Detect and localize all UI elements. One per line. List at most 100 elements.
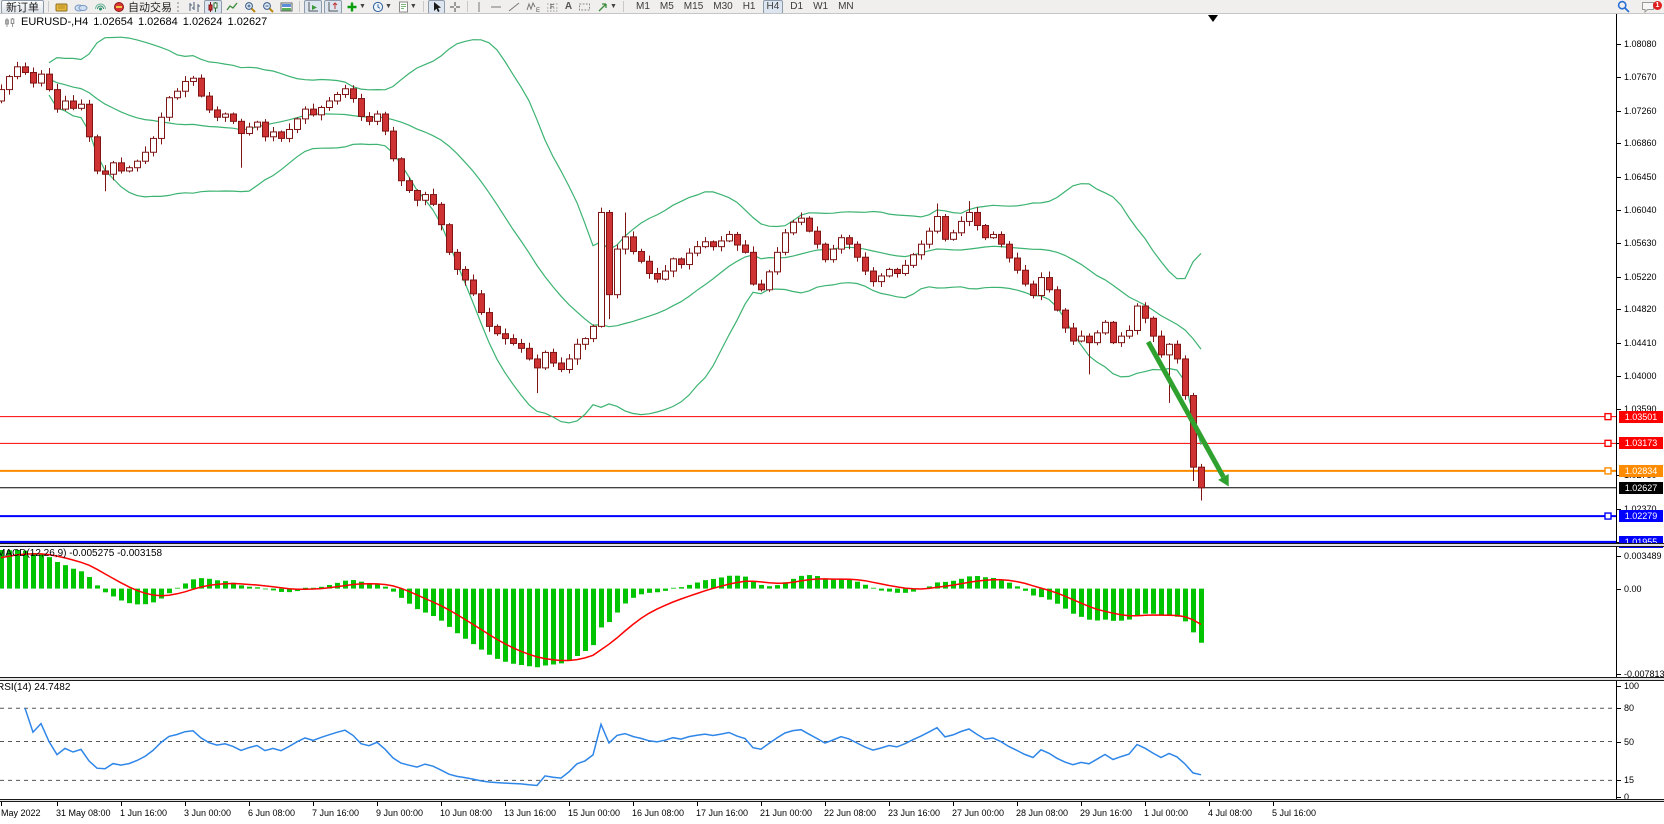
label-tool-icon bbox=[578, 1, 591, 13]
zoom-out-button[interactable] bbox=[260, 1, 276, 13]
time-tick-label: 10 Jun 08:00 bbox=[440, 808, 492, 818]
price-tick-label: 1.04820 bbox=[1624, 304, 1657, 314]
tf-h4[interactable]: H4 bbox=[763, 0, 784, 14]
tf-m5[interactable]: M5 bbox=[657, 1, 677, 13]
periods-clock-icon bbox=[372, 1, 384, 13]
tf-w1[interactable]: W1 bbox=[810, 1, 831, 13]
time-tick-label: 22 Jun 08:00 bbox=[824, 808, 876, 818]
rsi-tick-label: 50 bbox=[1624, 737, 1634, 747]
line-chart-icon bbox=[226, 1, 238, 13]
fibonacci-button[interactable]: F bbox=[544, 1, 561, 13]
tf-d1[interactable]: D1 bbox=[787, 1, 806, 13]
indicators-button[interactable]: ▼ bbox=[344, 1, 368, 13]
toolbar-separator bbox=[623, 1, 624, 12]
pane-separator[interactable] bbox=[0, 677, 1664, 681]
top-toolbar: 新订单 自动交易 ▼ ▼ bbox=[0, 0, 1664, 14]
trendline-button[interactable] bbox=[506, 1, 522, 13]
time-tick bbox=[505, 802, 506, 806]
time-tick-label: 29 Jun 16:00 bbox=[1080, 808, 1132, 818]
tf-mn[interactable]: MN bbox=[835, 1, 857, 13]
label-tool-button[interactable] bbox=[576, 1, 593, 13]
chevron-down-icon: ▼ bbox=[610, 3, 617, 10]
ohlc-high: 1.02684 bbox=[138, 16, 178, 28]
time-tick bbox=[697, 802, 698, 806]
bar-chart-button[interactable] bbox=[186, 1, 202, 13]
fibonacci-icon: F bbox=[546, 1, 559, 13]
time-tick bbox=[889, 802, 890, 806]
candlestick-chart-icon bbox=[207, 1, 219, 13]
line-chart-button[interactable] bbox=[224, 1, 240, 13]
signal-button[interactable] bbox=[92, 1, 109, 13]
tile-windows-button[interactable] bbox=[278, 1, 295, 13]
shapes-button[interactable]: ▼ bbox=[595, 1, 619, 13]
time-axis[interactable]: May 202231 May 08:001 Jun 16:003 Jun 00:… bbox=[0, 802, 1664, 824]
rsi-tick bbox=[1617, 686, 1621, 687]
price-tick-label: 1.07260 bbox=[1624, 106, 1657, 116]
time-tick-label: 1 Jun 16:00 bbox=[120, 808, 167, 818]
time-tick-label: 17 Jun 16:00 bbox=[696, 808, 748, 818]
time-tick bbox=[377, 802, 378, 806]
ohlc-low: 1.02624 bbox=[183, 16, 223, 28]
horizontal-line-button[interactable] bbox=[488, 1, 504, 13]
vertical-line-button[interactable] bbox=[472, 1, 486, 13]
time-tick bbox=[633, 802, 634, 806]
cursor-button[interactable] bbox=[428, 0, 445, 14]
chart-shift-button[interactable] bbox=[324, 0, 342, 14]
time-tick bbox=[953, 802, 954, 806]
toolbar-separator bbox=[423, 1, 424, 12]
tf-h1[interactable]: H1 bbox=[740, 1, 759, 13]
price-tick-label: 1.04000 bbox=[1624, 371, 1657, 381]
price-axis[interactable]: 1.080801.076701.072601.068601.064501.060… bbox=[1616, 14, 1664, 802]
zoom-in-button[interactable] bbox=[242, 1, 258, 13]
price-tick bbox=[1617, 343, 1621, 344]
chat-button[interactable]: 1 bbox=[1639, 1, 1657, 13]
macd-tick bbox=[1617, 556, 1621, 557]
periods-button[interactable]: ▼ bbox=[370, 1, 394, 13]
zoom-out-icon bbox=[262, 1, 274, 13]
rsi-tick-label: 80 bbox=[1624, 703, 1634, 713]
crosshair-button[interactable] bbox=[447, 1, 463, 13]
rsi-label: RSI(14) 24.7482 bbox=[0, 682, 70, 693]
rsi-indicator-pane[interactable] bbox=[0, 681, 1616, 800]
tf-m15[interactable]: M15 bbox=[681, 1, 706, 13]
cloud-button[interactable] bbox=[72, 1, 90, 13]
search-button[interactable] bbox=[1615, 1, 1632, 13]
elliott-wave-button[interactable]: E bbox=[524, 1, 542, 13]
text-tool-button[interactable]: A bbox=[563, 1, 574, 13]
toolbar-separator bbox=[467, 1, 468, 12]
tf-m1[interactable]: M1 bbox=[633, 1, 653, 13]
templates-button[interactable]: ▼ bbox=[396, 1, 419, 13]
indicators-add-icon bbox=[346, 1, 358, 13]
time-tick bbox=[569, 802, 570, 806]
time-tick bbox=[1209, 802, 1210, 806]
pane-separator[interactable] bbox=[0, 799, 1664, 802]
macd-tick-label: 0.00 bbox=[1624, 584, 1642, 594]
svg-text:F: F bbox=[550, 4, 554, 11]
auto-scroll-button[interactable] bbox=[304, 0, 322, 14]
toolbar-separator bbox=[48, 1, 49, 12]
book-button[interactable] bbox=[53, 1, 70, 13]
candlestick-chart-button[interactable] bbox=[204, 0, 222, 14]
price-tick bbox=[1617, 77, 1621, 78]
time-tick-label: 5 Jul 16:00 bbox=[1272, 808, 1316, 818]
chart-shift-marker[interactable] bbox=[1208, 15, 1218, 22]
chart-header: EURUSD-,H4 1.02654 1.02684 1.02624 1.026… bbox=[4, 16, 267, 28]
new-order-button[interactable]: 新订单 bbox=[1, 0, 44, 14]
auto-trading-button[interactable]: 自动交易 bbox=[111, 1, 174, 13]
time-tick bbox=[313, 802, 314, 806]
time-tick-label: 23 Jun 16:00 bbox=[888, 808, 940, 818]
time-tick bbox=[57, 802, 58, 806]
main-price-chart[interactable] bbox=[0, 14, 1616, 543]
book-icon bbox=[55, 1, 68, 13]
price-tick-label: 1.05220 bbox=[1624, 272, 1657, 282]
price-tick-label: 1.08080 bbox=[1624, 39, 1657, 49]
bar-chart-icon bbox=[188, 1, 200, 13]
time-tick bbox=[121, 802, 122, 806]
rsi-tick-label: 15 bbox=[1624, 775, 1634, 785]
pane-separator[interactable] bbox=[0, 543, 1664, 547]
macd-label: MACD(12,26,9) -0.005275 -0.003158 bbox=[0, 548, 162, 559]
time-tick-label: 7 Jun 16:00 bbox=[312, 808, 359, 818]
macd-indicator-pane[interactable] bbox=[0, 547, 1616, 677]
tf-m30[interactable]: M30 bbox=[710, 1, 735, 13]
crosshair-icon bbox=[449, 1, 461, 13]
